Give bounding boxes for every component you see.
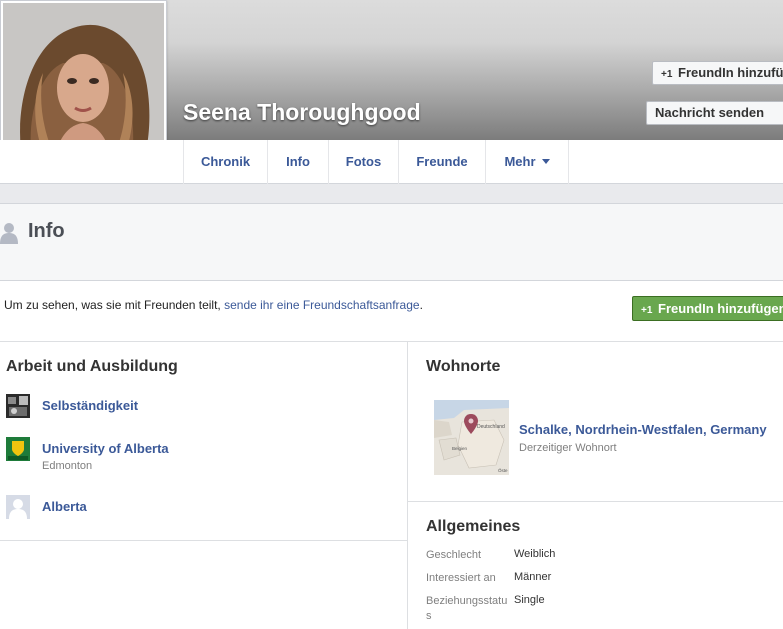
- friend-request-notice: Um zu sehen, was sie mit Freunden teilt,…: [4, 298, 423, 312]
- location-map[interactable]: Deutschland Belgien Öste: [434, 400, 509, 475]
- divider: [0, 540, 407, 541]
- tab-mehr-label: Mehr: [504, 154, 536, 169]
- relationship-status-value: Single: [514, 594, 545, 606]
- work-item-location: Edmonton: [42, 460, 93, 472]
- tab-chronik[interactable]: Chronik: [183, 140, 267, 184]
- relationship-status-label: Beziehungsstatus: [426, 595, 508, 622]
- map-label-austria: Öste: [498, 467, 508, 473]
- request-text: Um zu sehen, was sie mit Freunden teilt,: [4, 298, 221, 312]
- add-friend-label: FreundIn hinzufügen: [678, 65, 783, 80]
- interested-in-label: Interessiert an: [426, 572, 496, 584]
- add-friend-label: FreundIn hinzufügen: [658, 301, 783, 316]
- tab-info[interactable]: Info: [267, 140, 328, 184]
- add-friend-button[interactable]: +1 FreundIn hinzufügen: [632, 296, 783, 321]
- page-title: Info: [28, 220, 65, 242]
- business-page-icon: [6, 394, 30, 418]
- divider: [0, 341, 783, 342]
- work-item-link[interactable]: Selbständigkeit: [42, 398, 138, 413]
- gender-label: Geschlecht: [426, 549, 482, 561]
- university-logo-icon: [6, 437, 30, 461]
- info-header: Info: [0, 203, 783, 281]
- gender-value: Weiblich: [514, 548, 556, 560]
- tab-mehr[interactable]: Mehr: [485, 140, 569, 184]
- map-label-germany: Deutschland: [477, 424, 505, 430]
- profile-name[interactable]: Seena Thoroughgood: [183, 99, 421, 126]
- tab-fotos[interactable]: Fotos: [328, 140, 398, 184]
- plus-one-icon: +1: [661, 69, 673, 80]
- places-section-title: Wohnorte: [426, 358, 501, 375]
- send-message-button[interactable]: Nachricht senden: [646, 101, 783, 125]
- profile-nav: Chronik Info Fotos Freunde Mehr: [0, 140, 783, 184]
- chevron-down-icon: [541, 159, 550, 164]
- request-end: .: [419, 298, 423, 312]
- general-section-title: Allgemeines: [426, 518, 521, 535]
- tab-freunde[interactable]: Freunde: [398, 140, 485, 184]
- interested-in-value: Männer: [514, 571, 552, 583]
- send-message-label: Nachricht senden: [655, 105, 765, 120]
- work-item-link[interactable]: University of Alberta: [42, 441, 169, 456]
- column-divider: [407, 342, 408, 629]
- divider: [408, 501, 783, 502]
- current-city-label: Derzeitiger Wohnort: [519, 442, 617, 454]
- person-icon: [0, 223, 18, 244]
- friend-request-link[interactable]: sende ihr eine Freundschaftsanfrage: [224, 298, 419, 312]
- map-label-belgium: Belgien: [452, 446, 468, 451]
- plus-one-icon: +1: [641, 305, 653, 316]
- section-gap: [0, 184, 783, 203]
- default-page-icon: [6, 495, 30, 519]
- work-section-title: Arbeit und Ausbildung: [6, 358, 178, 375]
- current-city-link[interactable]: Schalke, Nordrhein-Westfalen, Germany: [519, 422, 767, 437]
- work-item-link[interactable]: Alberta: [42, 499, 87, 514]
- add-friend-button-top[interactable]: +1 FreundIn hinzufügen: [652, 61, 783, 85]
